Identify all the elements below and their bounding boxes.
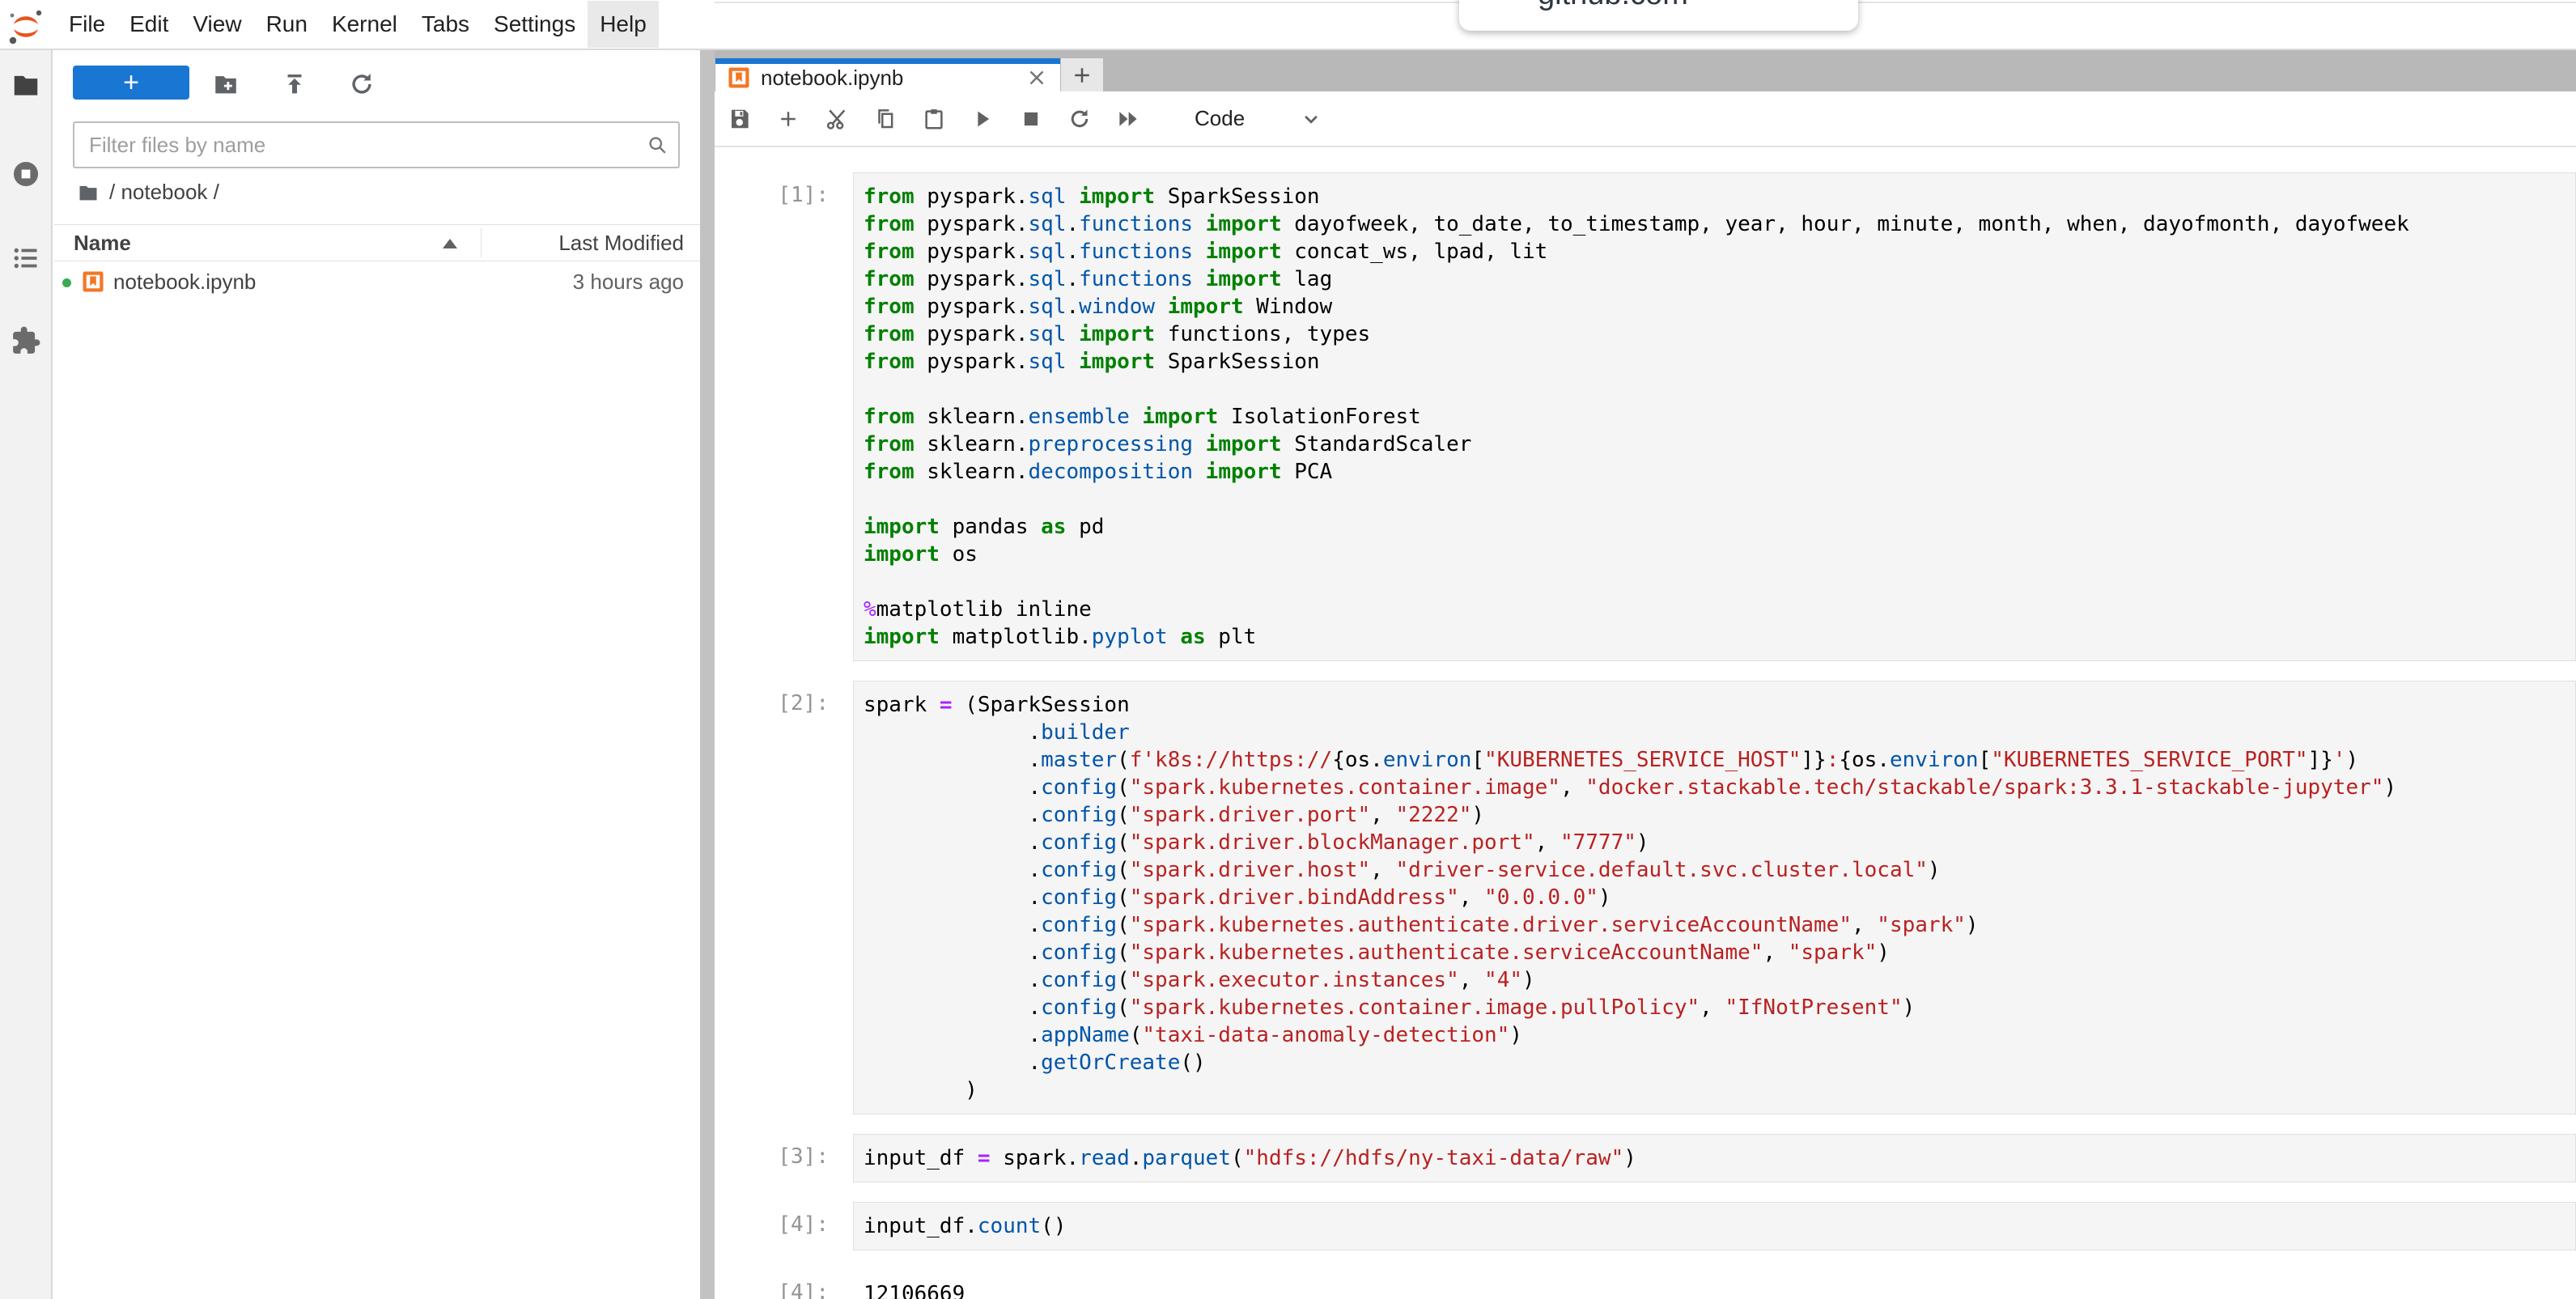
menu-kernel[interactable]: Kernel (320, 1, 410, 48)
notebook-file-icon (81, 270, 105, 294)
output-prompt: [4]: (715, 1270, 853, 1299)
input-prompt: [1]: (715, 172, 853, 661)
restart-run-all-button[interactable] (1116, 107, 1140, 131)
file-name: notebook.ipynb (113, 270, 256, 295)
copy-cells-button[interactable] (873, 107, 898, 131)
cell-output: [4]: 12106669 (715, 1270, 2576, 1299)
popup-domain-text: github.com (1538, 0, 1688, 12)
filter-files-box (73, 121, 680, 168)
file-browser-panel: + / notebook / Name Last Modified (54, 50, 700, 1299)
new-launcher-button[interactable]: + (73, 66, 189, 100)
menu-bar: File Edit View Run Kernel Tabs Settings … (0, 0, 2576, 50)
menu-run[interactable]: Run (254, 1, 320, 48)
new-launcher-plus: + (123, 67, 139, 99)
code-editor[interactable]: spark = (SparkSession .builder .master(f… (853, 681, 2576, 1114)
menu-file[interactable]: File (57, 1, 117, 48)
file-row-notebook[interactable]: notebook.ipynb 3 hours ago (54, 262, 700, 303)
input-prompt: [4]: (715, 1202, 853, 1250)
app-logo-icon (6, 7, 45, 46)
running-kernels-icon[interactable] (11, 159, 41, 189)
extensions-icon[interactable] (11, 325, 41, 356)
column-divider (481, 228, 482, 257)
plus-icon (1070, 63, 1094, 87)
tab-title: notebook.ipynb (761, 66, 903, 91)
browser-popup[interactable]: github.com (1459, 0, 1858, 31)
file-modified: 3 hours ago (573, 270, 684, 295)
home-folder-icon (77, 181, 100, 204)
cell-type-select[interactable]: Code (1195, 106, 1245, 131)
close-tab-icon[interactable] (1025, 66, 1049, 90)
table-of-contents-icon[interactable] (11, 243, 41, 274)
paste-cells-button[interactable] (922, 107, 946, 131)
code-editor[interactable]: from pyspark.sql import SparkSession fro… (853, 172, 2576, 661)
tab-notebook[interactable]: notebook.ipynb (715, 58, 1060, 91)
sort-ascending-icon[interactable] (442, 238, 458, 249)
code-text: from pyspark.sql import SparkSession fro… (864, 183, 2575, 651)
chevron-down-icon[interactable] (1299, 107, 1323, 131)
breadcrumb[interactable]: / notebook / (77, 180, 219, 205)
file-browser-icon[interactable] (11, 70, 41, 100)
menu-items: File Edit View Run Kernel Tabs Settings … (57, 1, 659, 48)
new-folder-icon[interactable] (212, 70, 240, 98)
notebook-tab-icon (727, 66, 751, 90)
notebook-cell: [3]: input_df = spark.read.parquet("hdfs:… (715, 1134, 2576, 1182)
cell-list: [1]:from pyspark.sql import SparkSession… (715, 172, 2576, 1299)
cut-cells-button[interactable] (825, 107, 849, 131)
notebook-toolbar: Code (715, 91, 2576, 147)
notebook-scroll-area[interactable]: [1]:from pyspark.sql import SparkSession… (715, 147, 2576, 1299)
menu-settings[interactable]: Settings (482, 1, 588, 48)
breadcrumb-path: / notebook / (109, 180, 219, 205)
panel-splitter[interactable] (700, 50, 715, 1299)
code-text: input_df = spark.read.parquet("hdfs://hd… (864, 1144, 2575, 1172)
run-cell-button[interactable] (970, 107, 995, 131)
menu-tabs[interactable]: Tabs (410, 1, 482, 48)
code-editor[interactable]: input_df.count() (853, 1202, 2576, 1250)
code-editor[interactable]: input_df = spark.read.parquet("hdfs://hd… (853, 1134, 2576, 1182)
column-name[interactable]: Name (74, 231, 131, 256)
tab-bar: notebook.ipynb (715, 49, 2576, 91)
code-text: 12106669 (864, 1280, 2575, 1299)
menu-help[interactable]: Help (588, 1, 659, 48)
upload-icon[interactable] (281, 70, 308, 98)
code-text: input_df.count() (864, 1212, 2575, 1240)
notebook-cell: [1]:from pyspark.sql import SparkSession… (715, 172, 2576, 661)
new-tab-button[interactable] (1061, 58, 1103, 91)
refresh-icon[interactable] (348, 70, 376, 98)
column-last-modified[interactable]: Last Modified (558, 231, 684, 256)
code-text: spark = (SparkSession .builder .master(f… (864, 691, 2575, 1104)
notebook-cell: [4]: input_df.count() (715, 1202, 2576, 1250)
menu-edit[interactable]: Edit (117, 1, 180, 48)
save-button[interactable] (728, 107, 752, 131)
output-area: 12106669 (853, 1270, 2576, 1299)
input-prompt: [3]: (715, 1134, 853, 1182)
notebook-cell: [2]:spark = (SparkSession .builder .mast… (715, 681, 2576, 1114)
filter-files-input[interactable] (87, 123, 633, 167)
running-kernel-dot (62, 278, 71, 287)
file-list-header: Name Last Modified (54, 224, 700, 261)
menu-view[interactable]: View (180, 1, 253, 48)
activity-bar (0, 50, 53, 1299)
add-cell-button[interactable] (776, 107, 800, 131)
input-prompt: [2]: (715, 681, 853, 1114)
main-dock: notebook.ipynb (715, 49, 2576, 1299)
restart-kernel-button[interactable] (1067, 107, 1092, 131)
interrupt-kernel-button[interactable] (1019, 107, 1043, 131)
search-icon (646, 134, 668, 156)
